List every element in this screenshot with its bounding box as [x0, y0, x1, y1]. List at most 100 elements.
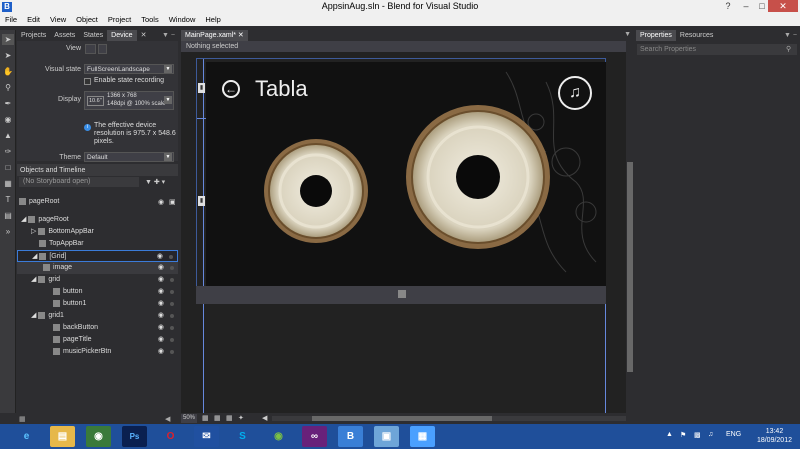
tree-item[interactable]: pageTitle ◉: [17, 334, 178, 346]
theme-dropdown[interactable]: Default ▼: [84, 152, 174, 162]
tray-flag-icon[interactable]: ⚑: [680, 431, 686, 439]
lock-dot-icon[interactable]: [170, 314, 174, 318]
selection-tool-icon[interactable]: ➤: [2, 34, 14, 45]
visibility-eye-icon[interactable]: ◉: [158, 334, 164, 346]
explorer-icon[interactable]: ▤: [50, 426, 75, 447]
tab-projects[interactable]: Projects: [17, 30, 50, 41]
zoom-dropdown[interactable]: 50%: [181, 414, 197, 423]
opera-icon[interactable]: O: [158, 426, 183, 447]
tree-item[interactable]: ◢ grid1 ◉: [17, 310, 178, 322]
pen-tool-icon[interactable]: ✑: [2, 146, 14, 157]
help-button[interactable]: ?: [718, 0, 738, 12]
vertical-scroll-thumb[interactable]: [627, 162, 633, 372]
tab-device[interactable]: Device: [107, 30, 137, 41]
display-dropdown[interactable]: 10.6" 1366 x 768 148dpi @ 100% scale ▼: [84, 91, 174, 110]
root-object-label[interactable]: pageRoot: [17, 196, 178, 208]
lock-icon[interactable]: ▣: [169, 198, 176, 206]
tray-arrow-icon[interactable]: ▲: [666, 431, 673, 438]
menu-file[interactable]: File: [0, 14, 22, 26]
visual-state-dropdown[interactable]: FullScreenLandscape ▼: [84, 64, 174, 74]
visibility-eye-icon[interactable]: ◉: [158, 322, 164, 334]
images-icon[interactable]: ▣: [374, 426, 399, 447]
lock-dot-icon[interactable]: [169, 255, 173, 259]
ie-icon[interactable]: e: [14, 426, 39, 447]
tree-item[interactable]: button ◉: [17, 286, 178, 298]
annotation-toggle-icon[interactable]: ✦: [238, 414, 244, 422]
visibility-eye-icon[interactable]: ◉: [158, 286, 164, 298]
grid-tool-icon[interactable]: ▦: [2, 178, 14, 189]
spotify-icon[interactable]: ◉: [266, 426, 291, 447]
properties-search-input[interactable]: Search Properties: [637, 44, 797, 55]
view-landscape-button[interactable]: [85, 44, 96, 54]
blend-icon[interactable]: B: [338, 426, 363, 447]
taskbar-clock[interactable]: 13:42 18/09/2012: [757, 427, 792, 445]
horizontal-scroll-thumb[interactable]: [312, 416, 492, 421]
brush-transform-tool-icon[interactable]: ▲: [2, 130, 14, 141]
lock-dot-icon[interactable]: [170, 350, 174, 354]
pan-tool-icon[interactable]: ✋: [2, 66, 14, 77]
effects-toggle-icon[interactable]: ▦: [226, 414, 233, 422]
app-bar-handle-icon[interactable]: [398, 290, 406, 298]
horizontal-scrollbar[interactable]: [272, 416, 626, 421]
chrome-icon[interactable]: ◉: [86, 426, 111, 447]
state-recording-checkbox[interactable]: [84, 78, 91, 85]
tab-resources[interactable]: Resources: [676, 30, 717, 41]
tab-mainpage-xaml[interactable]: MainPage.xaml* ✕: [181, 30, 248, 41]
tab-assets[interactable]: Assets: [50, 30, 79, 41]
tree-item[interactable]: ◢ [Grid] ◉: [17, 250, 178, 262]
lock-dot-icon[interactable]: [170, 338, 174, 342]
tree-item[interactable]: TopAppBar: [17, 238, 178, 250]
tree-item[interactable]: ▷ BottomAppBar: [17, 226, 178, 238]
skype-icon[interactable]: S: [230, 426, 255, 447]
menu-window[interactable]: Window: [164, 14, 201, 26]
tray-volume-icon[interactable]: ♫: [708, 431, 713, 438]
rectangle-tool-icon[interactable]: □: [2, 162, 14, 173]
tree-item[interactable]: musicPickerBtn ◉: [17, 346, 178, 358]
tab-states[interactable]: States: [79, 30, 107, 41]
menu-project[interactable]: Project: [103, 14, 136, 26]
tray-network-icon[interactable]: ▩: [694, 431, 701, 439]
visibility-eye-icon[interactable]: ◉: [158, 298, 164, 310]
tree-item[interactable]: ◢ grid ◉: [17, 274, 178, 286]
direct-selection-tool-icon[interactable]: ➤: [2, 50, 14, 61]
storyboard-controls-icon[interactable]: ▼ ✚ ▾: [139, 178, 165, 186]
menu-tools[interactable]: Tools: [136, 14, 164, 26]
view-portrait-button[interactable]: [98, 44, 107, 54]
control-tool-icon[interactable]: ▤: [2, 210, 14, 221]
lock-dot-icon[interactable]: [170, 266, 174, 270]
paint-bucket-tool-icon[interactable]: ◉: [2, 114, 14, 125]
visibility-eye-icon[interactable]: ◉: [158, 198, 164, 206]
outlook-icon[interactable]: ✉: [194, 426, 219, 447]
zoom-tool-icon[interactable]: ⚲: [2, 82, 14, 93]
eyedropper-tool-icon[interactable]: ✒: [2, 98, 14, 109]
tree-item[interactable]: ◢ pageRoot: [17, 214, 178, 226]
lock-dot-icon[interactable]: [170, 326, 174, 330]
close-button[interactable]: ✕: [768, 0, 798, 12]
lock-dot-icon[interactable]: [170, 290, 174, 294]
visual-studio-icon[interactable]: ∞: [302, 426, 327, 447]
menu-edit[interactable]: Edit: [22, 14, 45, 26]
visibility-eye-icon[interactable]: ◉: [158, 310, 164, 322]
lock-dot-icon[interactable]: [170, 302, 174, 306]
tab-properties[interactable]: Properties: [636, 30, 676, 41]
menu-view[interactable]: View: [45, 14, 71, 26]
menu-help[interactable]: Help: [200, 14, 225, 26]
lock-dot-icon[interactable]: [170, 278, 174, 282]
assets-tool-icon[interactable]: »: [2, 226, 14, 237]
panel-pin-icon[interactable]: ▼ −: [162, 30, 178, 41]
vertical-scrollbar[interactable]: [626, 52, 634, 413]
language-indicator[interactable]: ENG: [726, 431, 741, 438]
publisher-icon[interactable]: ▦: [410, 426, 435, 447]
tree-item[interactable]: backButton ◉: [17, 322, 178, 334]
visibility-eye-icon[interactable]: ◉: [158, 274, 164, 286]
photoshop-icon[interactable]: Ps: [122, 426, 147, 447]
tree-item[interactable]: button1 ◉: [17, 298, 178, 310]
menu-object[interactable]: Object: [71, 14, 103, 26]
visibility-eye-icon[interactable]: ◉: [158, 262, 164, 274]
text-tool-icon[interactable]: T: [2, 194, 14, 205]
scroll-left-icon[interactable]: ◀: [262, 414, 267, 422]
back-button[interactable]: ←: [222, 80, 240, 98]
document-dropdown-icon[interactable]: ▼: [624, 31, 631, 38]
tree-item[interactable]: image ◉: [17, 262, 178, 274]
snap-toggle-icon[interactable]: ▦: [214, 414, 221, 422]
